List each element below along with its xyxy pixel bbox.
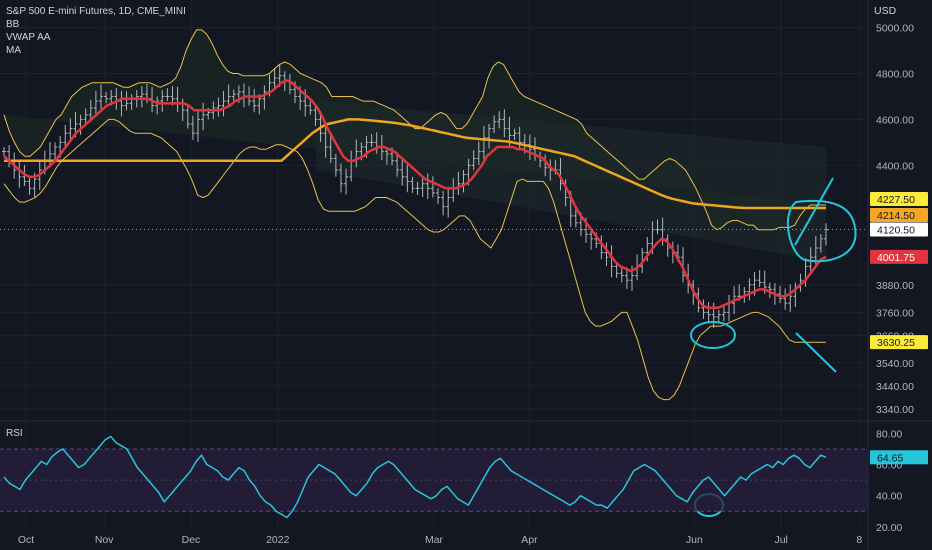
time-tick-label: Dec [182, 534, 201, 546]
time-axis[interactable]: Oct Nov Dec 2022 Mar Apr Jun Jul 8 [18, 534, 863, 546]
rsi-pane [0, 435, 868, 519]
rsi-last-tag-text: 64.65 [877, 452, 903, 464]
vwap-band [316, 101, 826, 262]
time-tick-label: Mar [425, 534, 444, 546]
time-tick-label: 8 [856, 534, 862, 546]
currency-label: USD [874, 5, 897, 17]
indicator-ma-label[interactable]: MA [6, 44, 186, 57]
time-tick-label: Oct [18, 534, 34, 546]
price-tick-label: 4600.00 [876, 114, 914, 126]
time-tick-label: 2022 [266, 534, 290, 546]
price-axis[interactable]: USD3340.003440.003540.003660.003760.0038… [870, 5, 928, 534]
chart-canvas[interactable]: USD3340.003440.003540.003660.003760.0038… [0, 0, 932, 550]
price-tick-label: 4400.00 [876, 160, 914, 172]
price-tag-text-last: 4120.50 [877, 225, 915, 237]
time-tick-label: Apr [521, 534, 538, 546]
price-tick-label: 5000.00 [876, 23, 914, 35]
indicator-bb-label[interactable]: BB [6, 18, 186, 31]
price-tick-label: 3540.00 [876, 358, 914, 370]
rsi-tick-label: 20.00 [876, 522, 902, 534]
price-tick-label: 3340.00 [876, 404, 914, 416]
price-tick-label: 4800.00 [876, 68, 914, 80]
rsi-tick-label: 80.00 [876, 428, 902, 440]
price-tick-label: 3760.00 [876, 307, 914, 319]
price-tick-label: 3440.00 [876, 381, 914, 393]
price-tag-text-upper: 4227.50 [877, 194, 915, 206]
price-tick-label: 3880.00 [876, 280, 914, 292]
chart-legend: S&P 500 E-mini Futures, 1D, CME_MINI BB … [6, 5, 186, 57]
price-tag-text-fast: 4001.75 [877, 252, 915, 264]
price-tag-text-lower: 3630.25 [877, 337, 915, 349]
symbol-title[interactable]: S&P 500 E-mini Futures, 1D, CME_MINI [6, 5, 186, 18]
rsi-pane-label[interactable]: RSI [6, 428, 23, 439]
time-tick-label: Nov [95, 534, 114, 546]
bollinger-band-fill [4, 29, 826, 262]
price-tag-text-slow: 4214.50 [877, 210, 915, 222]
time-tick-label: Jul [774, 534, 787, 546]
annotation-down-line [795, 332, 837, 373]
indicator-vwap-label[interactable]: VWAP AA [6, 31, 186, 44]
time-tick-label: Jun [686, 534, 703, 546]
rsi-tick-label: 40.00 [876, 491, 902, 503]
